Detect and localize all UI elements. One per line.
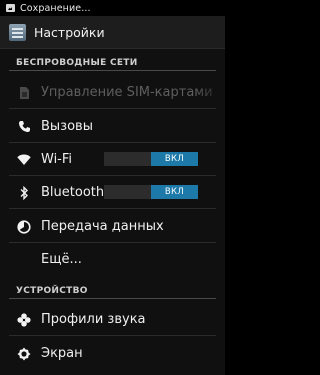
settings-item-label: Ещё... (41, 252, 82, 267)
page-title: Настройки (34, 24, 105, 40)
image-saving-icon (6, 4, 15, 12)
sim-card-icon (17, 86, 31, 100)
settings-item-label: Управление SIM-картами (41, 85, 213, 100)
section-header-device: УСТРОЙСТВО (0, 282, 225, 299)
settings-item-label: Профили звука (41, 312, 146, 327)
settings-app-icon[interactable] (9, 23, 26, 41)
settings-item-label: Bluetooth (41, 185, 105, 200)
sound-profiles-icon (17, 312, 31, 327)
wifi-toggle-on-label: ВКЛ (151, 152, 198, 166)
data-usage-icon (17, 219, 31, 234)
settings-item-display[interactable]: Экран (0, 337, 225, 370)
bluetooth-icon (17, 185, 31, 200)
phone-icon (17, 120, 31, 134)
settings-item-data-usage[interactable]: Передача данных (0, 210, 225, 243)
bluetooth-toggle-on-label: ВКЛ (151, 185, 198, 199)
settings-item-sim-management[interactable]: Управление SIM-картами (0, 76, 225, 109)
section-header-wireless: БЕСПРОВОДНЫЕ СЕТИ (0, 54, 225, 71)
status-notification-text: Сохранение... (20, 2, 91, 14)
settings-item-more[interactable]: Ещё... (0, 243, 225, 276)
settings-item-label: Вызовы (41, 119, 93, 134)
wifi-toggle[interactable]: ВКЛ (104, 152, 198, 166)
settings-item-sound-profiles[interactable]: Профили звука (0, 303, 225, 336)
settings-item-calls[interactable]: Вызовы (0, 110, 225, 143)
settings-item-label: Экран (41, 346, 83, 361)
settings-item-wifi[interactable]: Wi-Fi ВКЛ (0, 143, 225, 176)
section-header-wireless-label: БЕСПРОВОДНЫЕ СЕТИ (16, 57, 138, 68)
wifi-icon (17, 153, 31, 167)
brightness-icon (17, 347, 31, 361)
action-bar: Настройки (0, 16, 225, 49)
bluetooth-toggle[interactable]: ВКЛ (104, 185, 198, 199)
settings-item-bluetooth[interactable]: Bluetooth ВКЛ (0, 176, 225, 209)
settings-screen: Сохранение... Настройки БЕСПРОВОДНЫЕ СЕТ… (0, 0, 225, 375)
section-header-device-label: УСТРОЙСТВО (16, 285, 88, 296)
status-bar: Сохранение... (0, 0, 225, 16)
settings-item-label: Wi-Fi (41, 152, 73, 167)
settings-item-label: Передача данных (41, 219, 164, 234)
